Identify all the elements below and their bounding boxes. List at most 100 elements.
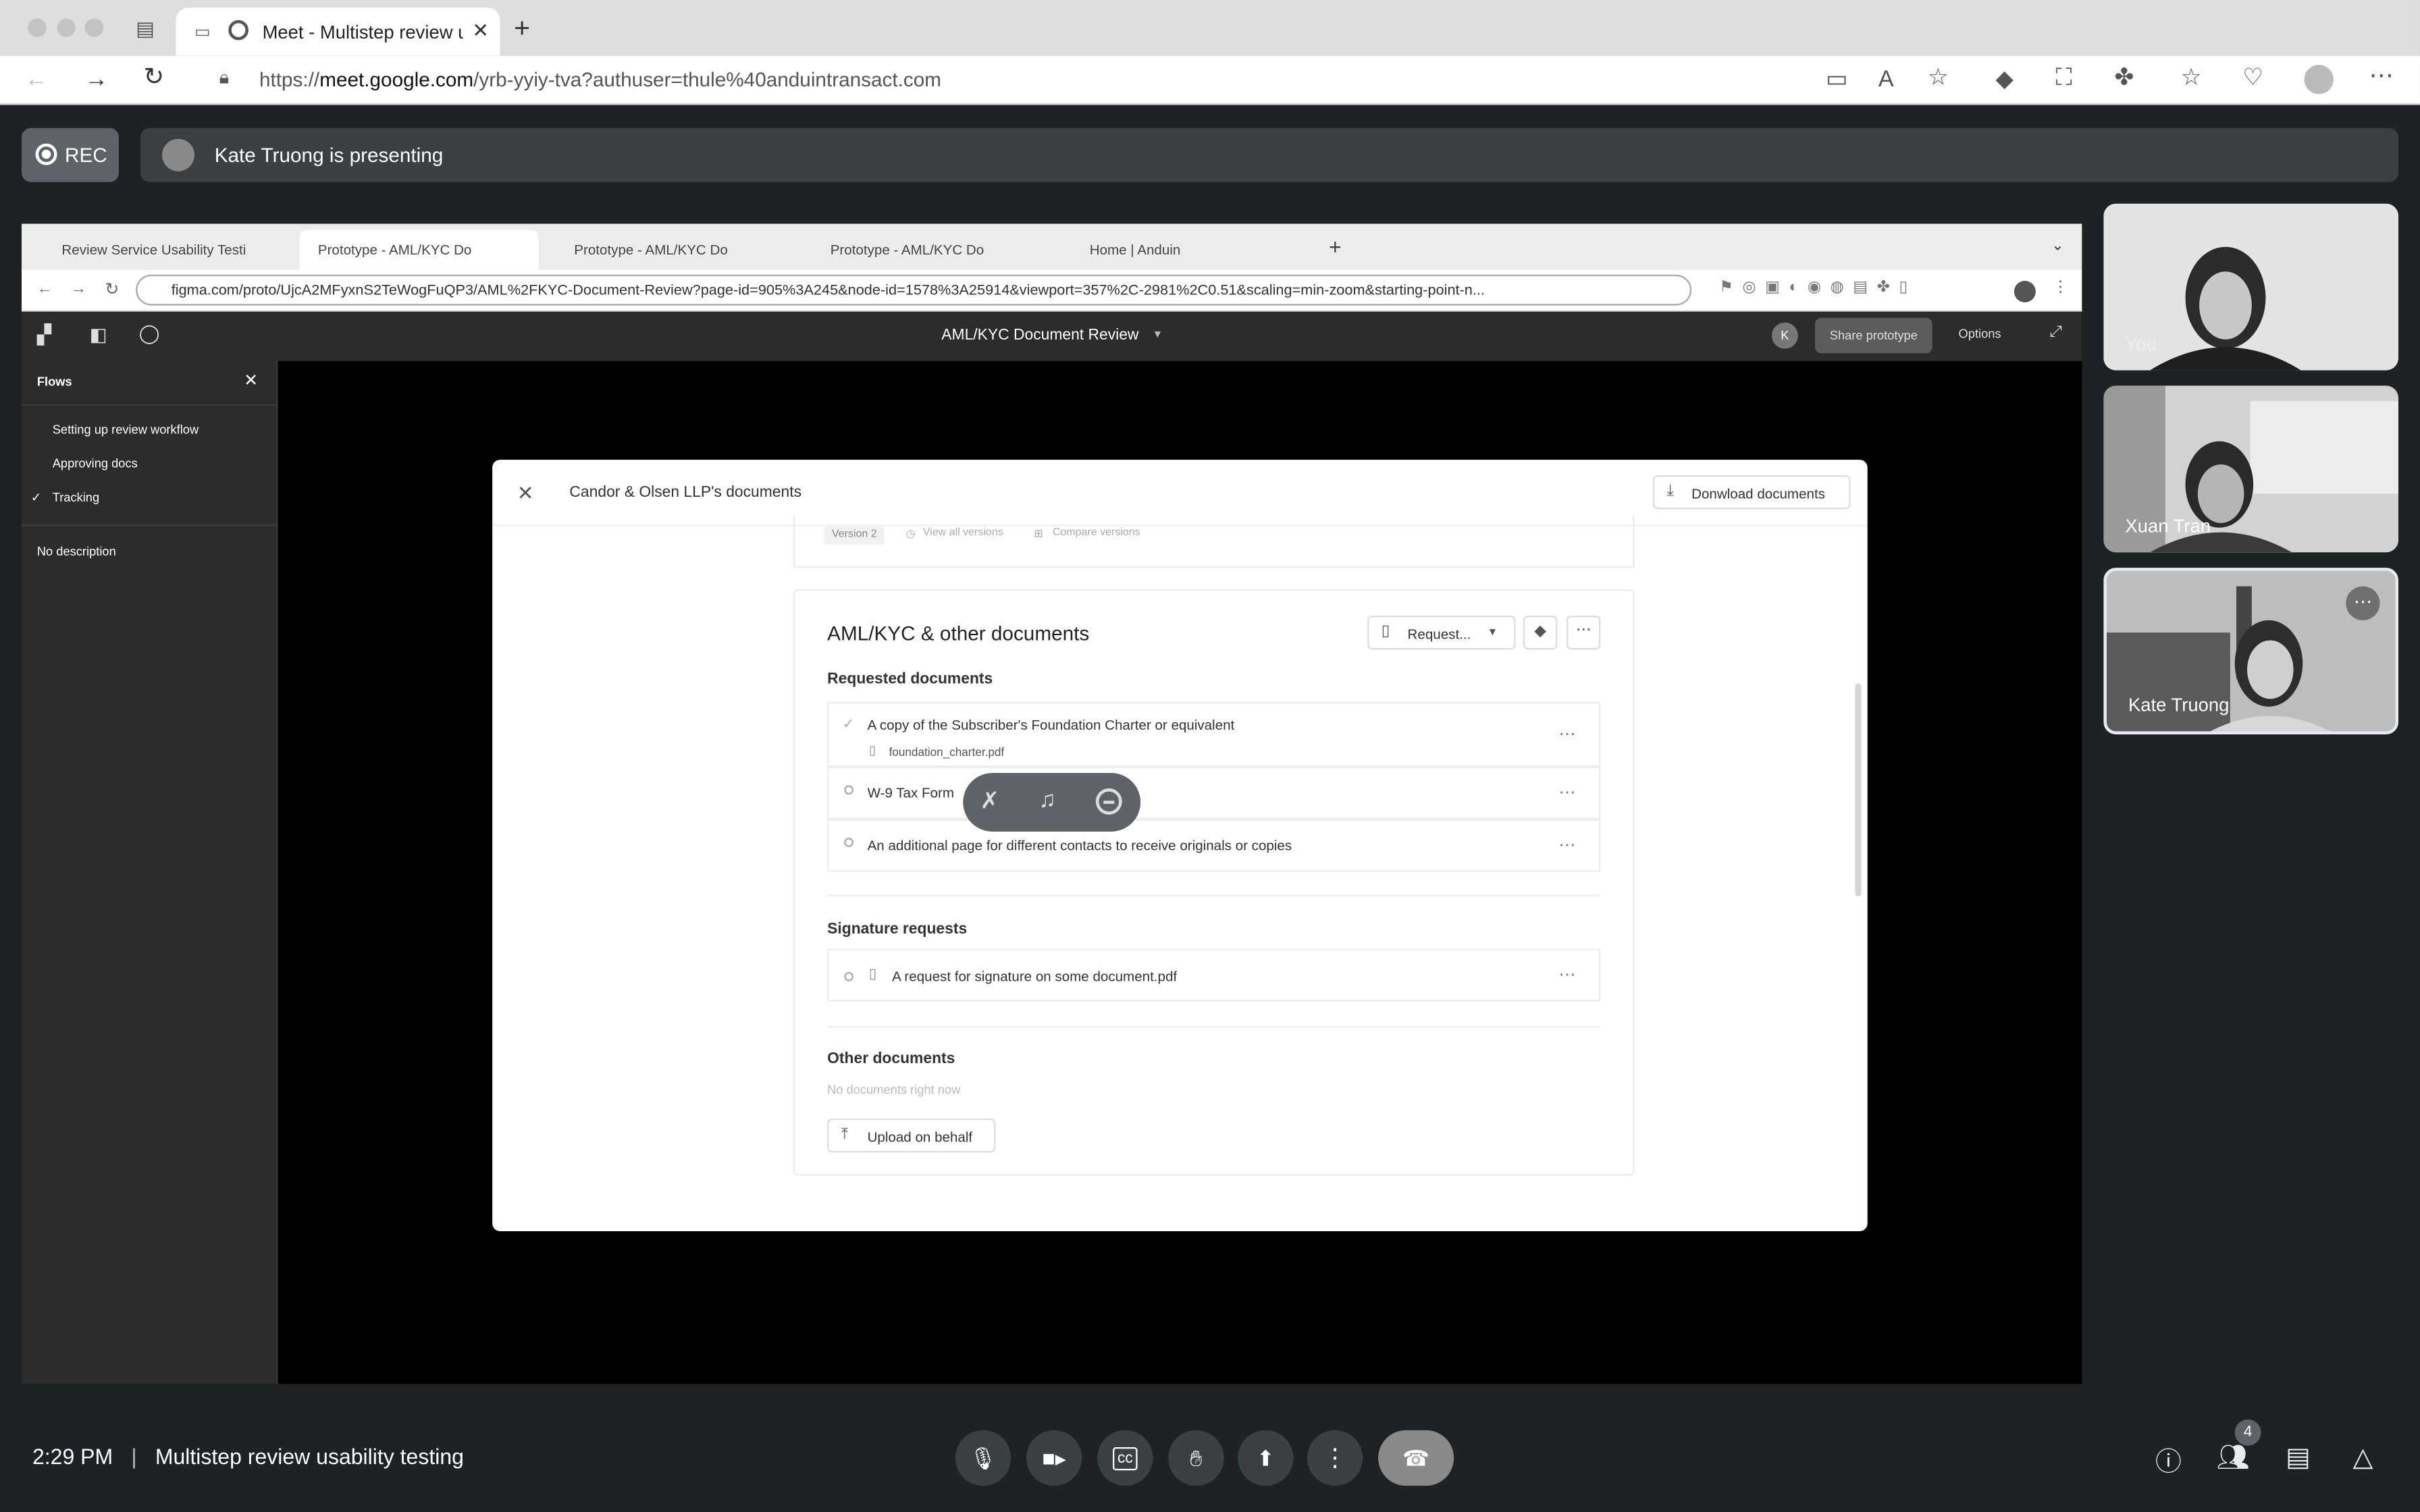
fullscreen-icon: ⤢ xyxy=(2049,323,2062,342)
signature-request-row: ▯ A request for signature on some docume… xyxy=(827,948,1601,1002)
shared-tab-bar: Review Service Usability Testi Prototype… xyxy=(21,223,2082,270)
shared-profile-avatar xyxy=(2014,280,2036,302)
profile-avatar[interactable] xyxy=(2304,64,2334,94)
view-all-versions-link: View all versions xyxy=(922,527,1003,539)
present-icon: ⬆︎ xyxy=(1256,1444,1275,1470)
aml-kyc-card: AML/KYC & other documents ▯ Request... ▾… xyxy=(793,589,1635,1176)
upload-on-behalf-button: ⤒ Upload on behalf xyxy=(827,1118,996,1153)
camera-icon: ▭ xyxy=(194,23,211,42)
leave-call-button[interactable]: ☎︎ xyxy=(1378,1430,1454,1486)
add-favorite-icon[interactable]: ☆ xyxy=(1928,66,1949,89)
title-chevron-icon: ▾ xyxy=(1154,327,1161,342)
activities-icon[interactable]: △ xyxy=(2343,1438,2383,1478)
microphone-button[interactable]: 🎙︎ xyxy=(955,1430,1011,1486)
remove-icon[interactable] xyxy=(1095,788,1122,815)
comment-icon: ◯ xyxy=(138,322,160,344)
shared-tab: Prototype - AML/KYC Do xyxy=(812,230,1051,270)
presenter-controls-pill[interactable]: ✗ ♫ xyxy=(963,773,1141,832)
recording-indicator: REC xyxy=(21,128,119,182)
lock-icon: 🔒︎ xyxy=(219,66,230,88)
requested-doc-label: An additional page for different contact… xyxy=(867,838,1292,853)
captions-icon: cc xyxy=(1112,1446,1138,1470)
card-more-icon: ⋯ xyxy=(1566,615,1601,650)
minimize-window-button[interactable] xyxy=(57,18,76,37)
captions-button[interactable]: cc xyxy=(1097,1430,1153,1486)
modal-title: Candor & Olsen LLP's documents xyxy=(569,484,802,502)
close-tab-icon[interactable]: ✕ xyxy=(472,18,489,43)
request-chevron-icon: ▾ xyxy=(1489,624,1496,639)
clock-icon: ◷ xyxy=(905,529,916,540)
participant-tile-kate[interactable]: ⋯ Kate Truong xyxy=(2103,568,2398,734)
attached-file-name: foundation_charter.pdf xyxy=(889,745,1005,759)
meeting-info: 2:29 PM | Multistep review usability tes… xyxy=(32,1444,464,1469)
compare-versions-link: Compare versions xyxy=(1052,527,1140,539)
more-options-button[interactable]: ⋮ xyxy=(1307,1430,1363,1486)
present-button[interactable]: ⬆︎ xyxy=(1238,1430,1294,1486)
shared-extension-icons: ⚑◎▣◐◉◍▤✤▯ xyxy=(1719,279,1917,296)
close-window-button[interactable] xyxy=(28,18,47,37)
requested-doc-row: ✓ A copy of the Subscriber's Foundation … xyxy=(827,701,1601,767)
row-more-icon: ⋯ xyxy=(1558,836,1577,855)
signature-heading: Signature requests xyxy=(827,921,968,938)
no-description: No description xyxy=(36,544,116,559)
presenter-avatar xyxy=(161,138,194,171)
raise-hand-button[interactable]: ✋︎ xyxy=(1168,1430,1224,1486)
browser-tab-bar: ▤ ▭ Meet - Multistep review u ✕ + xyxy=(0,0,2420,56)
tag-icon: ◆ xyxy=(1523,615,1558,650)
participant-tile-xuan[interactable]: Xuan Tran xyxy=(2103,385,2398,553)
section-title: AML/KYC & other documents xyxy=(827,622,1090,645)
favorites-icon[interactable]: ☆ xyxy=(2181,66,2202,89)
tile-more-options-icon[interactable]: ⋯ xyxy=(2346,586,2380,620)
shared-tab: Prototype - AML/KYC Do xyxy=(556,230,795,270)
zoom-window-button[interactable] xyxy=(84,18,104,37)
back-icon[interactable]: ← xyxy=(25,68,48,91)
participant-name: You xyxy=(2125,333,2157,355)
figma-avatar: K xyxy=(1771,322,1798,349)
presenting-banner: Kate Truong is presenting xyxy=(140,128,2398,182)
shared-tab-menu-icon: ⌄ xyxy=(2051,237,2064,255)
meeting-details-icon[interactable]: ⓘ xyxy=(2149,1438,2188,1478)
options-button: Options xyxy=(1958,327,2001,342)
flow-item: Setting up review workflow xyxy=(52,423,199,437)
shared-reload-icon: ↻ xyxy=(105,280,120,300)
shared-back-icon: ← xyxy=(36,280,53,298)
more-menu-icon[interactable]: ⋯ xyxy=(2369,64,2394,90)
row-more-icon: ⋯ xyxy=(1558,784,1577,803)
participant-tile-you[interactable]: You xyxy=(2103,203,2398,371)
version-badge: Version 2 xyxy=(824,526,885,545)
reload-icon[interactable]: ↻ xyxy=(144,65,165,91)
request-button: ▯ Request... ▾ xyxy=(1367,615,1516,650)
shared-url: figma.com/proto/UjcA2MFyxnS2TeWogFuQP3/A… xyxy=(136,274,1692,306)
shared-forward-icon: → xyxy=(71,280,86,298)
shared-screen: Review Service Usability Testi Prototype… xyxy=(21,223,2082,1384)
shared-new-tab-icon: + xyxy=(1328,234,1342,259)
sidebar-toggle-icon[interactable]: ▤ xyxy=(136,18,155,38)
record-icon xyxy=(35,143,57,165)
flows-heading: Flows xyxy=(36,375,72,389)
screenshot-icon[interactable]: ⛶ xyxy=(2056,66,2072,89)
camera-button[interactable]: ■▸ xyxy=(1026,1430,1082,1486)
download-icon: ⤓ xyxy=(1666,483,1674,500)
camera-blocked-icon[interactable]: ▭ xyxy=(1826,68,1847,91)
participant-name: Xuan Tran xyxy=(2125,515,2211,537)
active-tab[interactable]: ▭ Meet - Multistep review u ✕ xyxy=(176,7,500,56)
unpin-icon[interactable]: ✗ xyxy=(980,787,999,815)
shared-tab-label: Prototype - AML/KYC Do xyxy=(830,242,984,258)
extension-icon[interactable]: ◆ xyxy=(1995,68,2013,91)
new-tab-icon[interactable]: + xyxy=(514,14,530,42)
address-bar[interactable]: https://meet.google.com/yrb-yyiy-tva?aut… xyxy=(259,68,941,91)
flows-panel: Flows ✕ Setting up review workflow Appro… xyxy=(21,360,278,1384)
figma-title: AML/KYC Document Review xyxy=(941,327,1139,344)
health-icon[interactable]: ♡ xyxy=(2242,66,2263,89)
forward-icon[interactable]: → xyxy=(85,68,108,91)
requested-doc-row: An additional page for different contact… xyxy=(827,819,1601,872)
shared-tab: Prototype - AML/KYC Do xyxy=(299,230,539,270)
signature-request-label: A request for signature on some document… xyxy=(892,969,1178,985)
extensions-icon[interactable]: ✤ xyxy=(2114,66,2134,89)
mute-audio-icon[interactable]: ♫ xyxy=(1038,787,1056,813)
chat-icon[interactable]: ▤ xyxy=(2278,1438,2318,1478)
read-aloud-icon[interactable]: A xyxy=(1878,68,1894,91)
camera-icon: ■▸ xyxy=(1042,1444,1066,1470)
shared-tab: Home | Anduin xyxy=(1071,230,1310,270)
recording-icon xyxy=(228,20,248,40)
